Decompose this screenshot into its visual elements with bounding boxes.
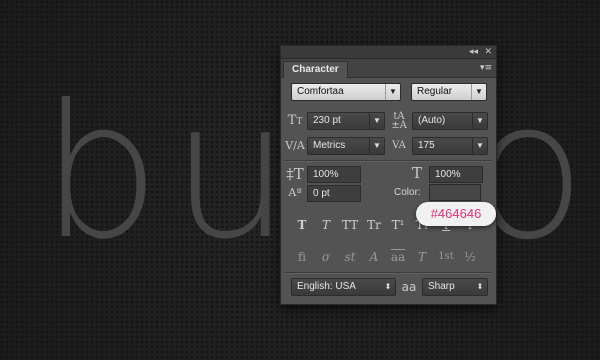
tracking-value: 175: [418, 140, 435, 151]
character-panel: ◂◂ ✕ Character ▾≡ Comfortaa ▼ Regular ▼ …: [280, 45, 497, 305]
font-family-select[interactable]: Comfortaa ▼: [291, 83, 401, 101]
baseline-shift-input[interactable]: 0 pt: [307, 185, 361, 202]
chevron-down-icon: ▼: [369, 113, 384, 129]
font-size-value: 230 pt: [313, 115, 341, 126]
chevron-down-icon: ▼: [471, 84, 486, 100]
font-family-value: Comfortaa: [297, 86, 344, 97]
collapse-icon[interactable]: ◂◂: [469, 46, 478, 58]
kerning-icon: V/A: [285, 139, 305, 152]
opentype-buttons: fi σ st A aa T 1st ½: [293, 248, 483, 266]
antialias-value: Sharp: [428, 281, 455, 292]
superscript-button[interactable]: T¹: [389, 216, 407, 234]
panel-menu-icon[interactable]: ▾≡: [480, 63, 492, 73]
antialias-select[interactable]: Sharp ⬍: [422, 278, 488, 296]
close-icon[interactable]: ✕: [484, 46, 492, 58]
titling-alternates-button[interactable]: T: [413, 248, 431, 266]
up-down-arrows-icon: ⬍: [476, 282, 484, 291]
color-hex-tooltip: #464646: [416, 202, 496, 226]
oldstyle-button[interactable]: A: [365, 248, 383, 266]
font-style-select[interactable]: Regular ▼: [411, 83, 487, 101]
chevron-down-icon: ▼: [472, 138, 487, 154]
baseline-shift-icon: Aª: [288, 186, 302, 199]
swash-button[interactable]: st: [341, 248, 359, 266]
divider: [285, 272, 492, 274]
fractions-button[interactable]: ½: [461, 248, 479, 266]
chevron-down-icon: ▼: [369, 138, 384, 154]
horizontal-scale-icon: T: [411, 164, 422, 182]
font-style-value: Regular: [417, 86, 453, 97]
language-select[interactable]: English: USA ⬍: [291, 278, 396, 296]
horizontal-scale-input[interactable]: 100%: [429, 166, 483, 183]
leading-select[interactable]: (Auto) ▼: [412, 112, 488, 130]
color-swatch[interactable]: [429, 184, 481, 201]
small-caps-button[interactable]: Tr: [365, 216, 383, 234]
kerning-select[interactable]: Metrics ▼: [307, 137, 385, 155]
panel-titlebar: ◂◂ ✕: [281, 46, 496, 59]
tracking-select[interactable]: 175 ▼: [412, 137, 488, 155]
faux-italic-button[interactable]: T: [317, 216, 335, 234]
stylistic-alternates-button[interactable]: aa: [389, 248, 407, 266]
leading-icon: tA ±A: [391, 111, 407, 131]
antialias-icon: aa: [401, 280, 417, 294]
chevron-down-icon: ▼: [385, 84, 400, 100]
tab-character[interactable]: Character: [283, 61, 348, 78]
color-label: Color:: [394, 187, 421, 198]
discretionary-ligatures-button[interactable]: σ: [317, 248, 335, 266]
font-size-select[interactable]: 230 pt ▼: [307, 112, 385, 130]
kerning-value: Metrics: [313, 140, 346, 151]
tracking-icon: VA: [392, 140, 406, 151]
vertical-scale-input[interactable]: 100%: [307, 166, 361, 183]
tab-row: Character ▾≡: [281, 59, 496, 78]
all-caps-button[interactable]: TT: [341, 216, 359, 234]
ordinals-button[interactable]: 1st: [437, 248, 455, 266]
chevron-down-icon: ▼: [472, 113, 487, 129]
font-size-icon: TT: [287, 113, 303, 128]
vertical-scale-icon: ‡T: [286, 165, 304, 183]
up-down-arrows-icon: ⬍: [384, 282, 392, 291]
leading-value: (Auto): [418, 115, 446, 126]
ligatures-button[interactable]: fi: [293, 248, 311, 266]
faux-bold-button[interactable]: T: [293, 216, 311, 234]
language-value: English: USA: [297, 281, 356, 292]
divider: [285, 160, 492, 162]
